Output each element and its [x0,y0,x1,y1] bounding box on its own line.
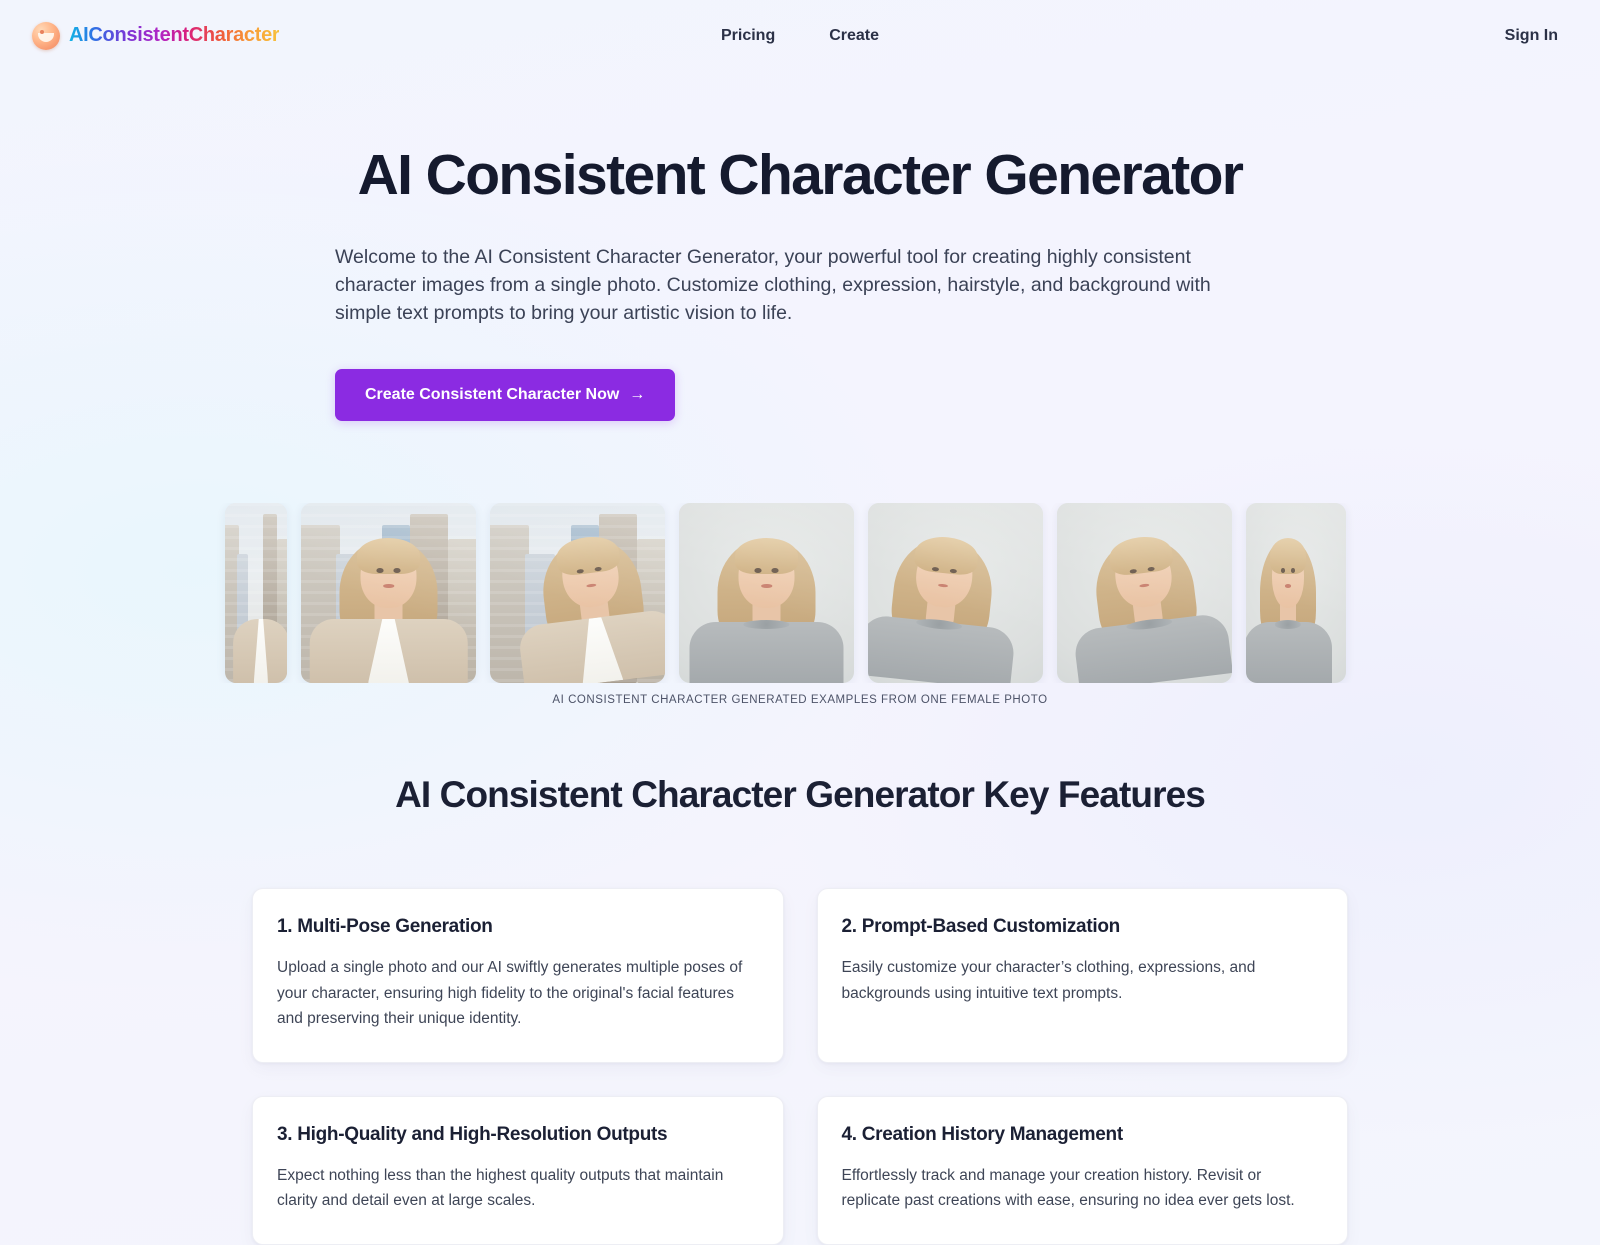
key-features-section: AI Consistent Character Generator Key Fe… [0,706,1600,1245]
gallery-item[interactable] [225,503,287,684]
example-image-7 [1246,503,1346,684]
face-circle-icon [32,21,60,50]
hero-section: AI Consistent Character Generator Welcom… [0,71,1600,422]
arrow-right-icon: → [629,386,646,404]
brand-name: AIConsistentCharacter [69,24,280,46]
features-title: AI Consistent Character Generator Key Fe… [395,774,1206,816]
example-image-1 [225,503,287,684]
feature-card: 4. Creation History Management Effortles… [816,1095,1348,1245]
feature-card: 1. Multi-Pose Generation Upload a single… [252,888,784,1063]
feature-card: 2. Prompt-Based Customization Easily cus… [816,888,1348,1063]
example-image-3 [490,503,665,684]
feature-card-grid: 1. Multi-Pose Generation Upload a single… [252,888,1348,1245]
brand-logo[interactable]: AIConsistentCharacter [32,21,280,50]
feature-card-title: 4. Creation History Management [841,1123,1124,1145]
gallery-strip[interactable] [0,503,1600,684]
gallery-item[interactable] [868,503,1043,684]
feature-card-title: 2. Prompt-Based Customization [841,916,1121,938]
main-navigation: Pricing Create [707,0,893,71]
feature-card-body: Expect nothing less than the highest qua… [277,1166,724,1210]
examples-gallery: AI CONSISTENT CHARACTER GENERATED EXAMPL… [0,503,1600,706]
hero-cta-wrapper: Create Consistent Character Now → [325,369,1275,422]
site-header: AIConsistentCharacter Pricing Create Sig… [0,0,1600,71]
example-image-2 [301,503,476,684]
gallery-item[interactable] [1057,503,1232,684]
gallery-item[interactable] [679,503,854,684]
gallery-item[interactable] [301,503,476,684]
gallery-item[interactable] [1246,503,1346,684]
gallery-caption: AI CONSISTENT CHARACTER GENERATED EXAMPL… [552,694,1048,707]
page-main: AI Consistent Character Generator Welcom… [0,71,1600,1245]
feature-card: 3. High-Quality and High-Resolution Outp… [252,1095,784,1245]
nav-link-create[interactable]: Create [815,19,893,53]
header-actions: Sign In [1495,19,1568,53]
create-character-button-label: Create Consistent Character Now [365,386,620,404]
feature-card-body: Effortlessly track and manage your creat… [841,1166,1295,1210]
sign-in-button[interactable]: Sign In [1495,19,1568,53]
feature-card-title: 3. High-Quality and High-Resolution Outp… [277,1123,668,1145]
feature-card-body: Easily customize your character’s clothi… [841,959,1256,1002]
page-title: AI Consistent Character Generator [357,143,1244,207]
example-image-4 [679,503,854,684]
feature-card-body: Upload a single photo and our AI swiftly… [277,959,743,1028]
feature-card-title: 1. Multi-Pose Generation [277,916,493,938]
nav-link-pricing[interactable]: Pricing [707,19,789,53]
example-image-6 [1057,503,1232,684]
example-image-5 [868,503,1043,684]
create-character-button[interactable]: Create Consistent Character Now → [335,369,676,422]
hero-subtitle: Welcome to the AI Consistent Character G… [335,246,1211,325]
gallery-item[interactable] [490,503,665,684]
